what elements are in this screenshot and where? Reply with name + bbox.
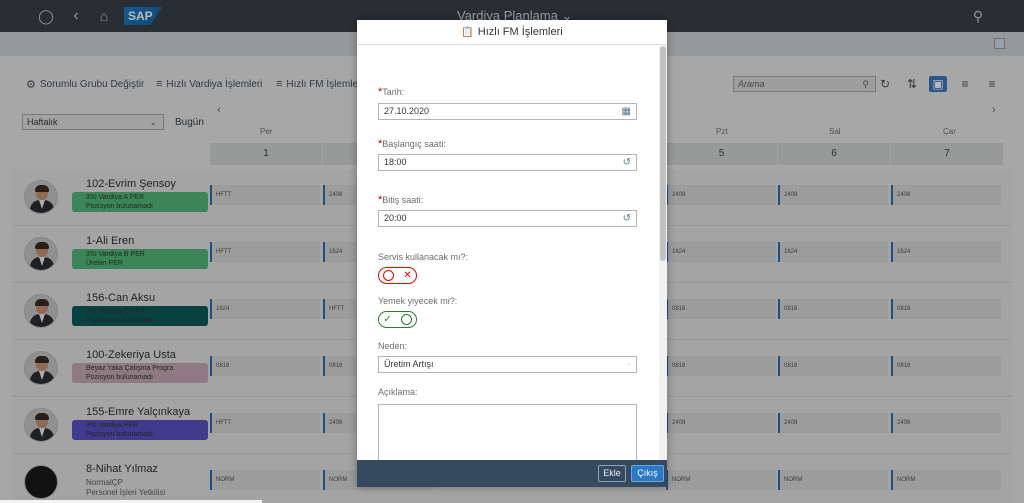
scrollbar-thumb[interactable]	[660, 46, 666, 261]
service-label: Servis kullanacak mı?:	[378, 252, 469, 262]
start-time-label: *Başlangıç saati:	[378, 138, 446, 150]
description-label: Açıklama:	[378, 387, 418, 397]
quick-fm-dialog: 📋 Hızlı FM İşlemleri *Tarih: 27.10.2020 ▦…	[357, 20, 667, 487]
meal-switch[interactable]: ✓	[378, 311, 417, 328]
exit-button[interactable]: Çıkış	[631, 465, 664, 482]
switch-knob	[400, 314, 412, 325]
check-icon: ✓	[383, 314, 392, 325]
calendar-icon[interactable]: ▦	[622, 104, 631, 119]
end-time-label: *Bitiş saati:	[378, 194, 424, 206]
dialog-footer: Ekle Çıkış	[357, 460, 667, 487]
description-textarea[interactable]	[378, 404, 637, 460]
clipboard-icon: 📋	[461, 27, 474, 38]
service-switch[interactable]: ✕	[378, 267, 417, 284]
date-label: *Tarih:	[378, 86, 405, 98]
add-button[interactable]: Ekle	[598, 465, 626, 482]
time-icon[interactable]: ↺	[623, 155, 631, 170]
end-time-field[interactable]: 20:00 ↺	[378, 210, 637, 227]
chevron-down-icon: ·	[627, 359, 631, 370]
dialog-title: Hızlı FM İşlemleri	[477, 26, 563, 38]
start-time-field[interactable]: 18:00 ↺	[378, 154, 637, 171]
dialog-body: *Tarih: 27.10.2020 ▦ *Başlangıç saati: 1…	[357, 46, 659, 460]
reason-select[interactable]: Üretim Artışı ·	[378, 356, 637, 373]
time-icon[interactable]: ↺	[623, 211, 631, 226]
dialog-scrollbar[interactable]	[659, 46, 667, 460]
meal-label: Yemek yiyecek mi?:	[378, 296, 458, 306]
dialog-header: 📋 Hızlı FM İşlemleri	[357, 20, 667, 45]
date-field[interactable]: 27.10.2020 ▦	[378, 103, 637, 120]
switch-knob	[383, 270, 395, 281]
cross-icon: ✕	[403, 270, 412, 281]
reason-label: Neden:	[378, 341, 408, 351]
